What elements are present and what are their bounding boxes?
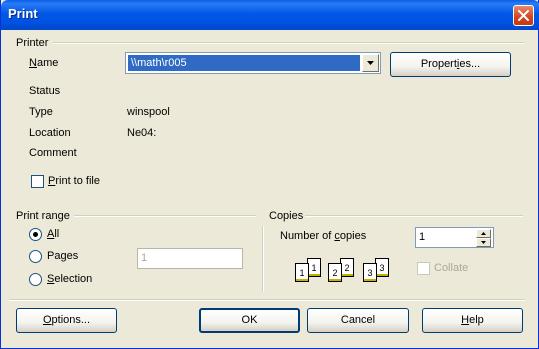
copies-spinner[interactable]: [476, 229, 492, 247]
collate-page: 2: [328, 263, 342, 282]
printer-group-line: [53, 42, 525, 44]
collate-page: 2: [340, 258, 354, 277]
copies-group-divider: [262, 226, 264, 292]
radio-all[interactable]: [29, 228, 42, 241]
radio-selection-label[interactable]: Selection: [47, 273, 92, 285]
bottom-separator: [9, 299, 525, 301]
pages-input[interactable]: 1: [137, 248, 243, 269]
comment-label: Comment: [29, 147, 77, 159]
radio-selection[interactable]: [29, 273, 42, 286]
spin-down-button[interactable]: [476, 238, 491, 247]
collate-page: 1: [295, 263, 309, 282]
printer-group-label: Printer: [14, 37, 51, 49]
radio-selected-dot: [33, 232, 38, 237]
options-button[interactable]: Options...: [16, 308, 117, 333]
spin-up-button[interactable]: [476, 229, 491, 238]
arrow-up-icon: [481, 232, 486, 235]
collate-checkbox[interactable]: [417, 262, 430, 275]
cancel-button[interactable]: Cancel: [307, 308, 409, 333]
type-label: Type: [29, 106, 53, 118]
help-button[interactable]: Help: [422, 308, 523, 333]
name-label: Name: [29, 57, 59, 69]
properties-button[interactable]: Properties...: [390, 52, 511, 77]
ok-button[interactable]: OK: [199, 308, 300, 333]
close-icon: [518, 10, 529, 21]
title-bar[interactable]: Print: [1, 0, 539, 30]
print-range-group-label: Print range: [14, 210, 72, 222]
collate-page: 3: [375, 258, 389, 277]
location-value: Ne04:: [127, 127, 157, 139]
printer-name-value: \\math\r005: [128, 55, 360, 71]
print-range-group-line: [74, 215, 256, 217]
collate-page: 1: [307, 258, 321, 277]
type-value: winspool: [127, 106, 170, 118]
print-to-file-label[interactable]: Print to file: [48, 175, 100, 187]
arrow-down-icon: [481, 241, 486, 244]
printer-dropdown-button[interactable]: [362, 54, 379, 72]
collate-label[interactable]: Collate: [434, 262, 468, 274]
printer-name-combobox[interactable]: \\math\r005: [125, 52, 381, 74]
copies-group-line: [305, 215, 523, 217]
collate-page: 3: [363, 263, 377, 282]
copies-group-label: Copies: [267, 210, 306, 222]
radio-pages-label[interactable]: Pages: [47, 250, 78, 262]
number-of-copies-label: Number of copies: [280, 230, 367, 242]
location-label: Location: [29, 127, 71, 139]
chevron-down-icon: [367, 61, 374, 65]
window-title: Print: [8, 6, 38, 21]
copies-spin-input[interactable]: 1: [415, 227, 494, 248]
status-label: Status: [29, 85, 61, 97]
print-dialog: Print Printer Name \\math\r005 Propertie…: [0, 0, 539, 349]
print-to-file-checkbox[interactable]: [31, 175, 44, 188]
radio-all-label[interactable]: All: [47, 228, 59, 240]
copies-value: 1: [419, 231, 426, 243]
radio-pages[interactable]: [29, 250, 42, 263]
close-button[interactable]: [513, 5, 534, 26]
